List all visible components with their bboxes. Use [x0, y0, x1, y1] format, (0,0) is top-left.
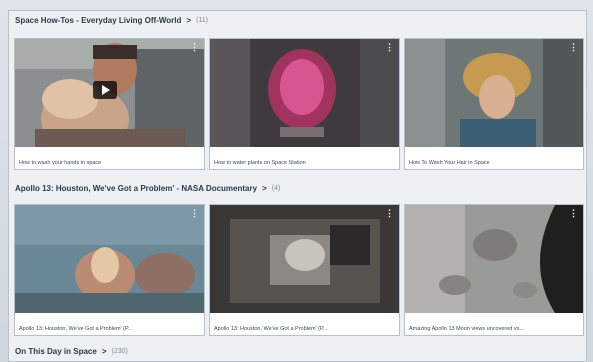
- apollo-launch-thumbnail: [15, 205, 204, 313]
- video-card[interactable]: ⋮ Apollo 13: Houston, We've Got a Proble…: [14, 204, 205, 336]
- more-vertical-icon[interactable]: ⋮: [569, 209, 578, 218]
- video-title[interactable]: How to water plants on Space Station: [214, 160, 395, 166]
- video-card[interactable]: ⋮ Amazing Apollo 13 Moon views uncovered…: [404, 204, 584, 336]
- video-card[interactable]: ⋮ How To Wash Your Hair in Space: [404, 38, 584, 170]
- section-title[interactable]: Space How-Tos - Everyday Living Off-Worl…: [15, 16, 181, 25]
- video-thumbnail[interactable]: ⋮: [15, 39, 204, 147]
- wash-hair-thumbnail: [405, 39, 583, 147]
- video-count: (4): [271, 184, 281, 192]
- more-vertical-icon[interactable]: ⋮: [385, 43, 394, 52]
- video-title[interactable]: Amazing Apollo 13 Moon views uncovered v…: [409, 326, 579, 332]
- section-header-space-howtos[interactable]: Space How-Tos - Everyday Living Off-Worl…: [15, 13, 208, 27]
- video-thumbnail[interactable]: ⋮: [210, 205, 399, 313]
- section-header-apollo13[interactable]: Apollo 13: Houston, We've Got a Problem'…: [15, 181, 280, 195]
- video-title[interactable]: Apollo 13: Houston, We've Got a Problem'…: [214, 326, 395, 332]
- chevron-right-icon[interactable]: >: [262, 184, 267, 193]
- video-thumbnail[interactable]: ⋮: [405, 39, 583, 147]
- video-thumbnail[interactable]: ⋮: [405, 205, 583, 313]
- video-title[interactable]: Apollo 13: Houston, We've Got a Problem'…: [19, 326, 200, 332]
- chevron-right-icon[interactable]: >: [186, 16, 191, 25]
- playlists-panel: Space How-Tos - Everyday Living Off-Worl…: [8, 10, 587, 362]
- moon-surface-thumbnail: [405, 205, 583, 313]
- more-vertical-icon[interactable]: ⋮: [385, 209, 394, 218]
- play-icon[interactable]: [93, 81, 117, 99]
- video-count: (230): [111, 347, 128, 355]
- video-card[interactable]: ⋮ How to wash your hands in space: [14, 38, 205, 170]
- plants-station-thumbnail: [210, 39, 399, 147]
- video-card[interactable]: ⋮ How to water plants on Space Station: [209, 38, 400, 170]
- mission-control-thumbnail: [210, 205, 399, 313]
- chevron-right-icon[interactable]: >: [102, 347, 107, 356]
- section-title[interactable]: Apollo 13: Houston, We've Got a Problem'…: [15, 184, 257, 193]
- section-title[interactable]: On This Day in Space: [15, 347, 97, 356]
- more-vertical-icon[interactable]: ⋮: [190, 209, 199, 218]
- video-card[interactable]: ⋮ Apollo 13: Houston, We've Got a Proble…: [209, 204, 400, 336]
- section-header-on-this-day[interactable]: On This Day in Space > (230): [15, 344, 128, 358]
- video-thumbnail[interactable]: ⋮: [15, 205, 204, 313]
- video-title[interactable]: How to wash your hands in space: [19, 160, 200, 166]
- video-playlists-page: Space How-Tos - Everyday Living Off-Worl…: [0, 0, 593, 362]
- video-title[interactable]: How To Wash Your Hair in Space: [409, 160, 579, 166]
- more-vertical-icon[interactable]: ⋮: [569, 43, 578, 52]
- video-count: (11): [196, 16, 209, 24]
- video-thumbnail[interactable]: ⋮: [210, 39, 399, 147]
- more-vertical-icon[interactable]: ⋮: [190, 43, 199, 52]
